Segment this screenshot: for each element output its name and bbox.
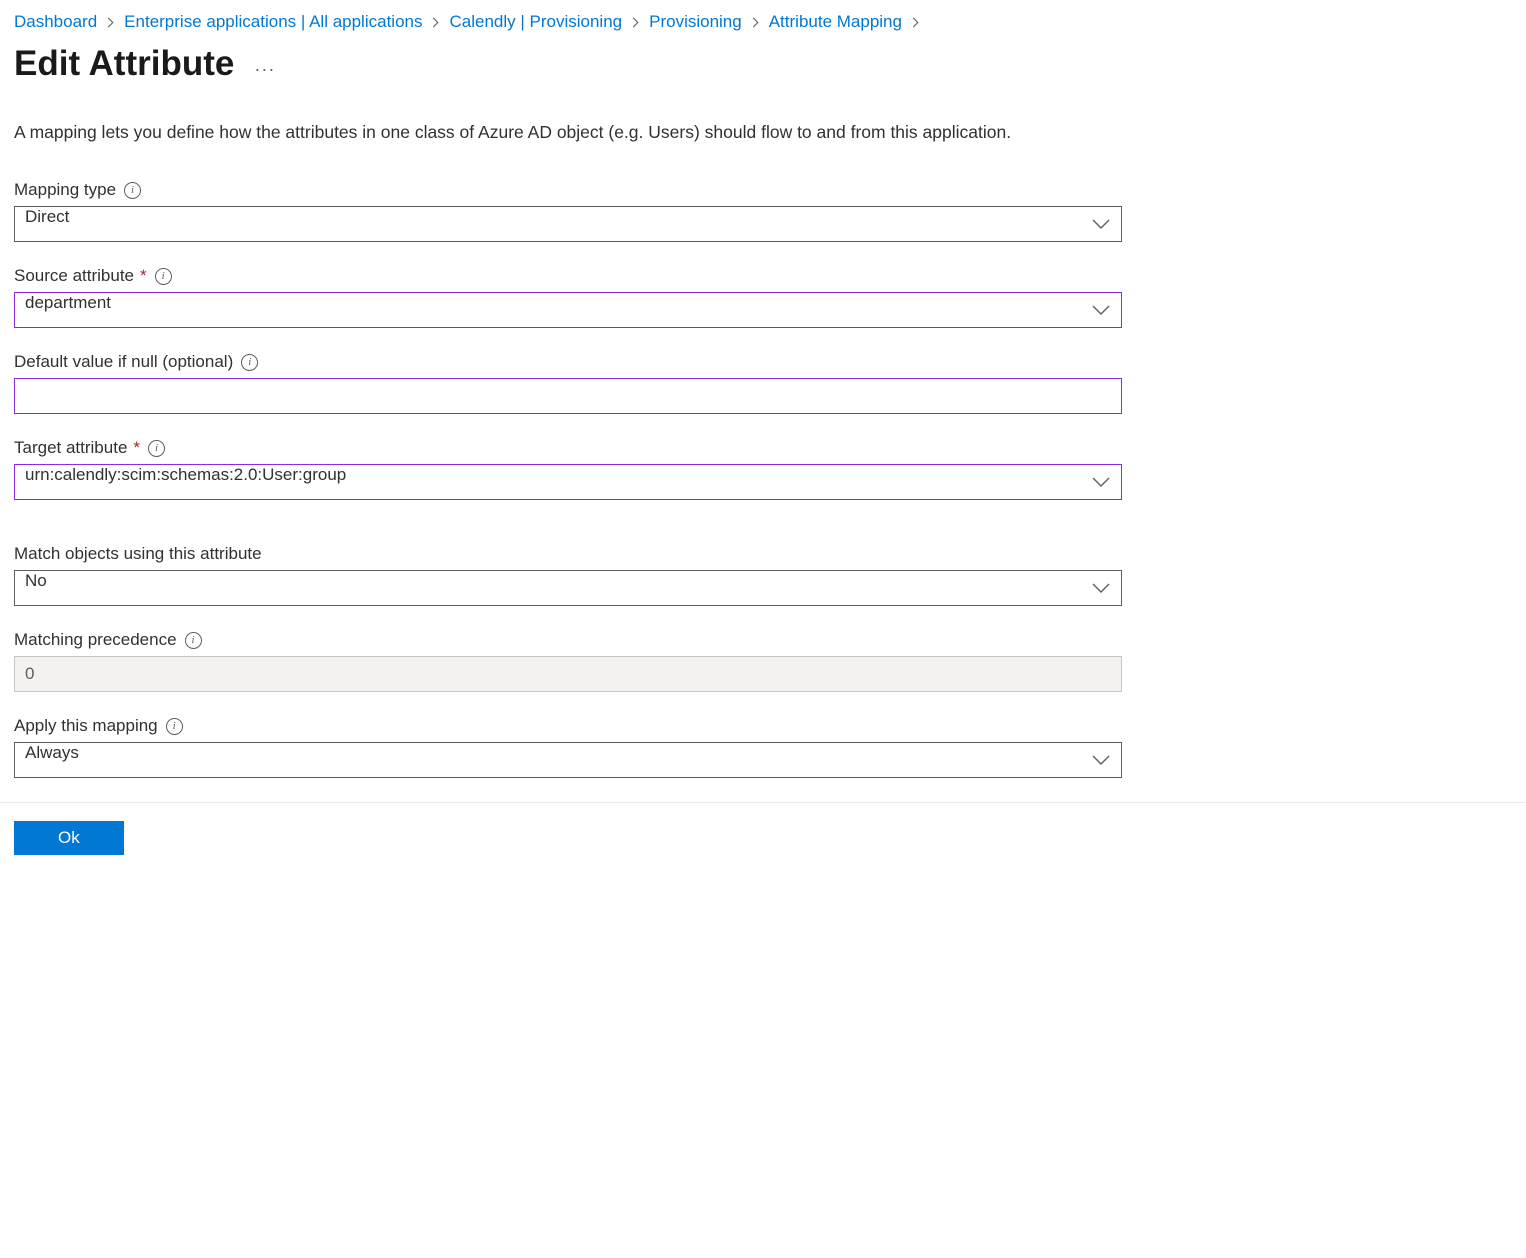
source-attribute-label: Source attribute [14, 266, 134, 286]
source-attribute-select[interactable]: department [14, 292, 1122, 328]
apply-mapping-select[interactable]: Always [14, 742, 1122, 778]
matching-precedence-label: Matching precedence [14, 630, 177, 650]
matching-precedence-input [14, 656, 1122, 692]
apply-mapping-label: Apply this mapping [14, 716, 158, 736]
info-icon[interactable]: i [155, 268, 172, 285]
mapping-type-select[interactable]: Direct [14, 206, 1122, 242]
breadcrumb-link-enterprise-apps[interactable]: Enterprise applications | All applicatio… [124, 12, 422, 32]
apply-mapping-value: Always [25, 743, 79, 762]
required-indicator: * [133, 438, 140, 458]
source-attribute-value: department [25, 293, 111, 312]
chevron-right-icon [105, 17, 116, 28]
match-objects-value: No [25, 571, 47, 590]
field-matching-precedence: Matching precedence i [14, 630, 1122, 692]
page-title-row: Edit Attribute ··· [14, 44, 1512, 84]
breadcrumb-link-dashboard[interactable]: Dashboard [14, 12, 97, 32]
more-icon[interactable]: ··· [254, 49, 275, 80]
chevron-right-icon [750, 17, 761, 28]
field-mapping-type: Mapping type i Direct [14, 180, 1122, 242]
breadcrumb-link-calendly-provisioning[interactable]: Calendly | Provisioning [449, 12, 622, 32]
page-title: Edit Attribute [14, 44, 234, 84]
info-icon[interactable]: i [166, 718, 183, 735]
chevron-right-icon [630, 17, 641, 28]
info-icon[interactable]: i [241, 354, 258, 371]
page-description: A mapping lets you define how the attrib… [14, 118, 1104, 146]
match-objects-select[interactable]: No [14, 570, 1122, 606]
breadcrumb: Dashboard Enterprise applications | All … [14, 12, 1512, 32]
breadcrumb-link-attribute-mapping[interactable]: Attribute Mapping [769, 12, 902, 32]
info-icon[interactable]: i [124, 182, 141, 199]
divider [0, 802, 1526, 803]
required-indicator: * [140, 266, 147, 286]
target-attribute-value: urn:calendly:scim:schemas:2.0:User:group [25, 465, 346, 484]
field-source-attribute: Source attribute * i department [14, 266, 1122, 328]
chevron-right-icon [430, 17, 441, 28]
info-icon[interactable]: i [148, 440, 165, 457]
mapping-type-label: Mapping type [14, 180, 116, 200]
breadcrumb-link-provisioning[interactable]: Provisioning [649, 12, 742, 32]
field-target-attribute: Target attribute * i urn:calendly:scim:s… [14, 438, 1122, 500]
chevron-right-icon [910, 17, 921, 28]
mapping-type-value: Direct [25, 207, 69, 226]
match-objects-label: Match objects using this attribute [14, 544, 262, 564]
field-apply-mapping: Apply this mapping i Always [14, 716, 1122, 778]
target-attribute-select[interactable]: urn:calendly:scim:schemas:2.0:User:group [14, 464, 1122, 500]
field-match-objects: Match objects using this attribute No [14, 544, 1122, 606]
default-value-label: Default value if null (optional) [14, 352, 233, 372]
form-area: Mapping type i Direct Source attribute *… [14, 180, 1122, 778]
field-default-value: Default value if null (optional) i [14, 352, 1122, 414]
info-icon[interactable]: i [185, 632, 202, 649]
default-value-input[interactable] [14, 378, 1122, 414]
ok-button[interactable]: Ok [14, 821, 124, 855]
target-attribute-label: Target attribute [14, 438, 127, 458]
